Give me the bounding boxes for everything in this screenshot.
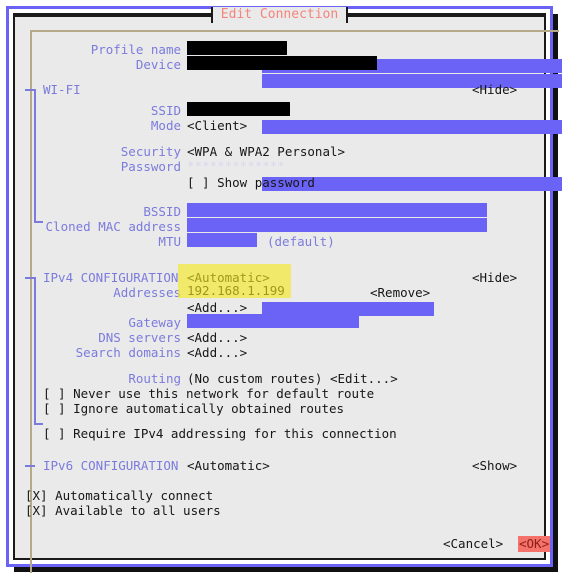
- address-remove-button[interactable]: <Remove>: [370, 285, 430, 301]
- device-redaction: [187, 56, 377, 70]
- password-label: Password: [120, 159, 181, 174]
- mode-label-row: Mode: [15, 118, 181, 134]
- security-label-row: Security: [15, 144, 181, 160]
- bssid-label: BSSID: [143, 204, 181, 219]
- dialog-titlebar: Edit Connection: [13, 6, 546, 24]
- mode-label: Mode: [150, 118, 181, 133]
- profile-name-redaction: [187, 41, 287, 55]
- ok-button[interactable]: <OK>: [518, 536, 551, 552]
- mode-select[interactable]: <Client>: [187, 118, 247, 134]
- device-label-row: Device: [15, 57, 181, 73]
- dns-label-row: DNS servers: [15, 330, 181, 346]
- search-domains-value-row[interactable]: <Add...>: [187, 345, 247, 361]
- ipv6-mode-row[interactable]: <Automatic>: [187, 458, 270, 474]
- auto-connect-checkbox[interactable]: [X] Automatically connect: [25, 488, 213, 504]
- mtu-input[interactable]: [187, 233, 257, 247]
- cancel-button[interactable]: <Cancel>: [443, 536, 503, 552]
- password-input[interactable]: *************: [187, 158, 563, 191]
- mtu-label-row: MTU: [15, 234, 181, 250]
- show-password-checkbox[interactable]: [ ] Show password: [187, 175, 315, 191]
- search-domains-label: Search domains: [75, 345, 181, 360]
- never-default-route-checkbox[interactable]: [ ] Never use this network for default r…: [43, 386, 374, 402]
- mtu-label: MTU: [158, 234, 181, 249]
- ipv4-section-header: IPv4 CONFIGURATION: [43, 270, 178, 286]
- routing-edit-button[interactable]: (No custom routes) <Edit...>: [187, 371, 398, 387]
- wifi-section-label: WI-FI: [43, 82, 81, 97]
- mode-value-row[interactable]: <Client>: [187, 118, 247, 134]
- available-all-users-label: [X] Available to all users: [25, 503, 221, 518]
- available-all-users-checkbox[interactable]: [X] Available to all users: [25, 503, 221, 519]
- addresses-input[interactable]: 192.168.1.199: [187, 283, 435, 316]
- title-rule-left: [13, 15, 211, 17]
- ipv6-section-header: IPv6 CONFIGURATION: [43, 458, 178, 474]
- mtu-field-row[interactable]: [187, 233, 257, 247]
- profile-name-field-row[interactable]: [187, 41, 563, 73]
- screen: Profile name Device WI-FI <Hide> SSID Mo…: [0, 0, 565, 576]
- dialog-content: Profile name Device WI-FI <Hide> SSID Mo…: [15, 15, 563, 562]
- require-ipv4-label: [ ] Require IPv4 addressing for this con…: [43, 426, 397, 441]
- profile-name-label-row: Profile name: [15, 42, 181, 58]
- ipv6-mode-select[interactable]: <Automatic>: [187, 458, 270, 474]
- ipv4-hide-toggle[interactable]: <Hide>: [472, 270, 517, 286]
- routing-value-row[interactable]: (No custom routes) <Edit...>: [187, 371, 398, 387]
- gateway-input[interactable]: [187, 314, 359, 328]
- dns-servers-add-button[interactable]: <Add...>: [187, 330, 247, 346]
- search-domains-add-button[interactable]: <Add...>: [187, 345, 247, 361]
- bssid-label-row: BSSID: [15, 204, 181, 220]
- cloned-mac-label-row: Cloned MAC address: [15, 219, 181, 235]
- ssid-label: SSID: [150, 103, 181, 118]
- show-password-label: [ ] Show password: [187, 175, 315, 190]
- gateway-label: Gateway: [128, 315, 181, 330]
- ipv6-tree-expand-icon[interactable]: [25, 465, 35, 467]
- security-label: Security: [120, 144, 181, 159]
- ssid-input[interactable]: [187, 102, 563, 134]
- title-rule-right: [348, 15, 546, 17]
- addresses-remove-row[interactable]: <Remove>: [370, 285, 430, 301]
- wifi-section-header: WI-FI: [43, 82, 81, 98]
- addresses-field-row[interactable]: 192.168.1.199: [187, 283, 435, 316]
- require-ipv4-checkbox[interactable]: [ ] Require IPv4 addressing for this con…: [43, 426, 397, 442]
- ipv4-tree-corner: [34, 423, 43, 425]
- routing-label-row: Routing: [15, 371, 181, 387]
- profile-name-label: Profile name: [90, 42, 181, 57]
- gateway-field-row[interactable]: [187, 314, 359, 328]
- cloned-mac-field-row[interactable]: [187, 218, 487, 232]
- ipv6-show-toggle[interactable]: <Show>: [472, 458, 517, 474]
- ssid-redaction: [187, 102, 290, 116]
- routing-label: Routing: [128, 371, 181, 386]
- mtu-hint-row: (default): [267, 234, 335, 250]
- password-masked-value: *************: [187, 158, 285, 173]
- ssid-field-row[interactable]: [187, 102, 563, 134]
- cloned-mac-input[interactable]: [187, 218, 487, 232]
- device-input[interactable]: [187, 56, 563, 88]
- bssid-field-row[interactable]: [187, 203, 487, 217]
- dns-value-row[interactable]: <Add...>: [187, 330, 247, 346]
- device-input-bg: [262, 73, 563, 88]
- ignore-auto-routes-checkbox[interactable]: [ ] Ignore automatically obtained routes: [43, 401, 344, 417]
- ssid-label-row: SSID: [15, 103, 181, 119]
- ipv4-section-label: IPv4 CONFIGURATION: [43, 270, 179, 285]
- wifi-hide-toggle[interactable]: <Hide>: [472, 82, 517, 98]
- addresses-label-row: Addresses: [15, 285, 181, 301]
- ipv6-section-label: IPv6 CONFIGURATION: [43, 458, 179, 473]
- page-title: Edit Connection: [212, 7, 347, 23]
- addresses-input-value: 192.168.1.199: [187, 283, 285, 298]
- gateway-label-row: Gateway: [15, 315, 181, 331]
- profile-name-input[interactable]: [187, 41, 563, 73]
- password-field-row[interactable]: *************: [187, 158, 563, 191]
- password-label-row: Password: [15, 159, 181, 175]
- ssid-input-bg: [262, 119, 563, 134]
- dns-servers-label: DNS servers: [98, 330, 181, 345]
- addresses-label: Addresses: [113, 285, 181, 300]
- never-default-route-label: [ ] Never use this network for default r…: [43, 386, 375, 401]
- device-field-row[interactable]: [187, 56, 563, 88]
- cloned-mac-label: Cloned MAC address: [45, 219, 181, 234]
- edit-connection-dialog: Profile name Device WI-FI <Hide> SSID Mo…: [13, 13, 563, 573]
- mtu-default-hint: (default): [267, 234, 335, 249]
- auto-connect-label: [X] Automatically connect: [25, 488, 214, 503]
- bssid-input[interactable]: [187, 203, 487, 217]
- search-domains-label-row: Search domains: [15, 345, 181, 361]
- device-label: Device: [135, 57, 181, 72]
- ignore-auto-routes-label: [ ] Ignore automatically obtained routes: [43, 401, 345, 416]
